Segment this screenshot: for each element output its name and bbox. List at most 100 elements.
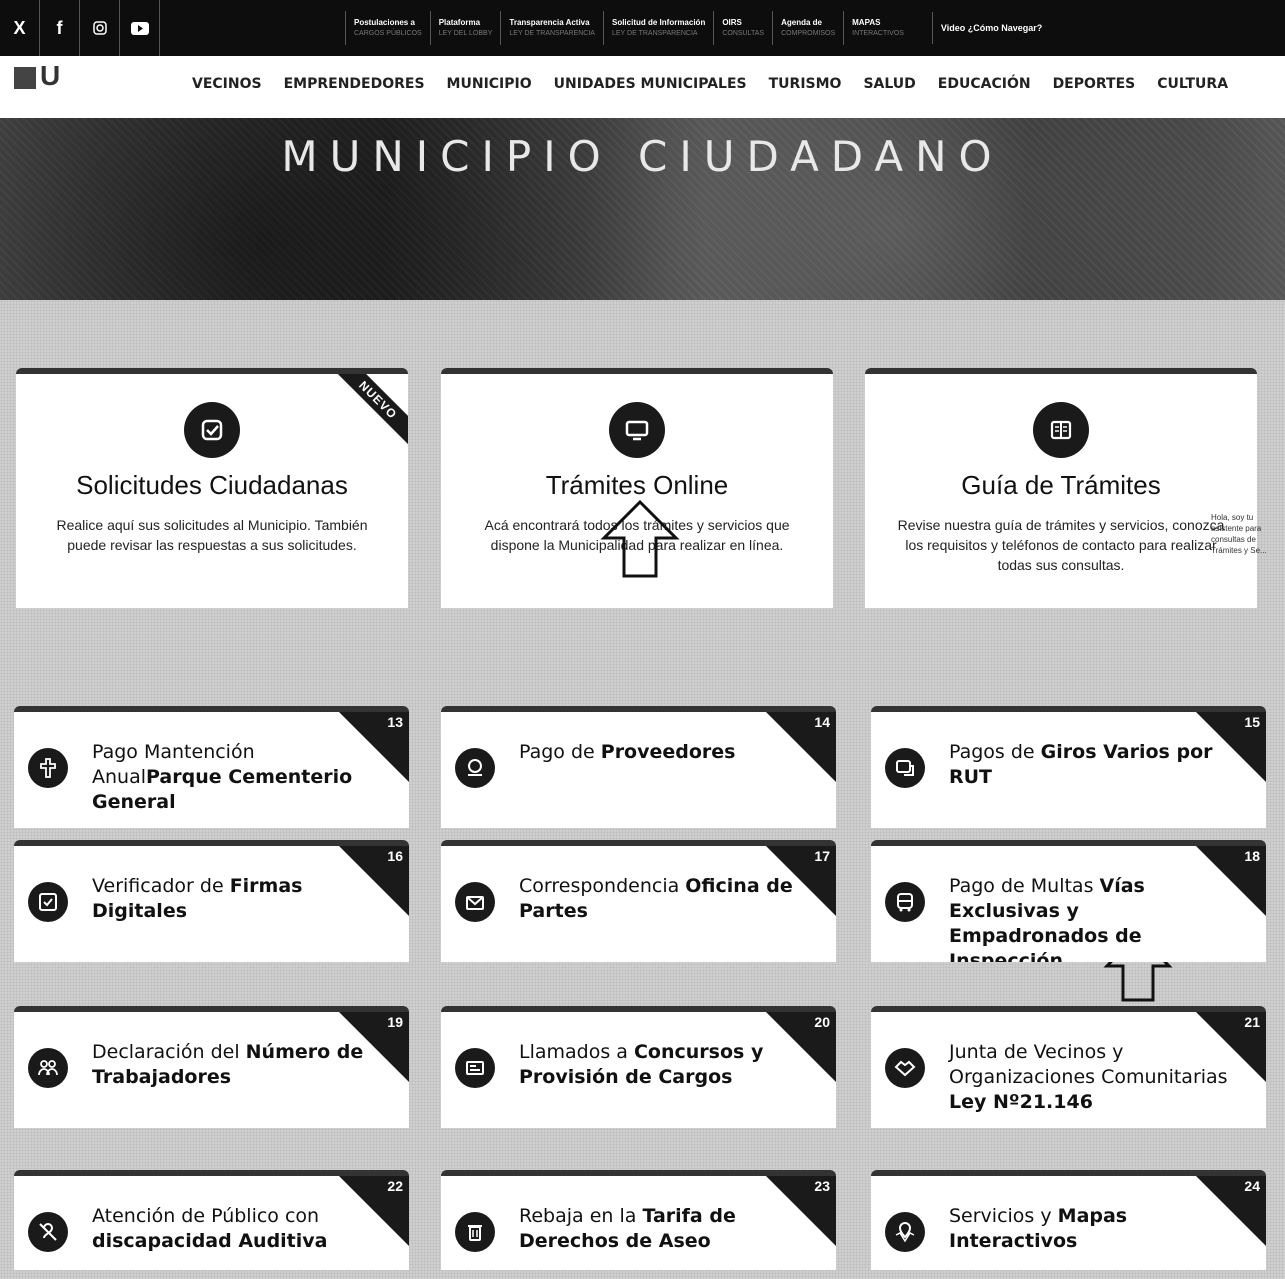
arrow-up-icon [600, 499, 680, 578]
menu-item-vecinos[interactable]: VECINOS [192, 76, 262, 92]
service-tile[interactable]: 23 Rebaja en la Tarifa de Derechos de Ase… [441, 1170, 836, 1270]
link-title: MAPAS [852, 18, 881, 27]
tile-label: Servicios y Mapas Interactivos [949, 1204, 1230, 1254]
link-solicitud-informacion[interactable]: Solicitud de Información LEY DE TRANSPARE… [602, 11, 713, 45]
tile-label-bold: Proveedores [600, 741, 736, 763]
card-text: Realice aquí sus solicitudes al Municipi… [56, 517, 368, 553]
service-tile[interactable]: 24 Servicios y Mapas Interactivos [871, 1170, 1266, 1270]
link-oirs[interactable]: OIRS CONSULTAS [713, 11, 772, 45]
service-tile[interactable]: 15 Pagos de Giros Varios por RUT [871, 706, 1266, 828]
link-title: Plataforma [438, 18, 481, 27]
tile-label: Junta de Vecinos y Organizaciones Comuni… [949, 1040, 1230, 1115]
menu-item-cultura[interactable]: CULTURA [1157, 76, 1228, 92]
link-title: Solicitud de Información [611, 18, 706, 27]
tile-label: Pago de Multas Vías Exclusivas y Empadro… [949, 874, 1230, 962]
board-icon [455, 1048, 495, 1088]
card-title: Solicitudes Ciudadanas [76, 470, 348, 500]
chat-assistant-hint[interactable]: Hola, soy tu asistente para consultas de… [1211, 512, 1285, 556]
signature-check-icon [28, 882, 68, 922]
menu-item-emprendedores[interactable]: EMPRENDEDORES [284, 76, 425, 92]
menu-item-unidades-municipales[interactable]: UNIDADES MUNICIPALES [554, 76, 747, 92]
card-title: Guía de Trámites [961, 470, 1161, 500]
service-tile[interactable]: 22 Atención de Público con discapacidad A… [14, 1170, 409, 1270]
video-navigation-button[interactable]: Video ¿Cómo Navegar? [931, 12, 1050, 44]
tile-label-plain: Pago de Multas [949, 875, 1100, 897]
tile-number: 19 [387, 1014, 403, 1030]
service-tile[interactable]: 18 Pago de Multas Vías Exclusivas y Empad… [871, 840, 1266, 962]
main-nav: U VECINOS EMPRENDEDORES MUNICIPIO UNIDAD… [0, 56, 1285, 118]
tile-number: 22 [387, 1178, 403, 1194]
bus-icon [885, 882, 925, 922]
link-subtitle: CONSULTAS [722, 30, 765, 37]
id-card-icon [885, 748, 925, 788]
tile-label-plain: Servicios y [949, 1205, 1058, 1227]
menu-item-salud[interactable]: SALUD [863, 76, 915, 92]
facebook-icon[interactable]: f [40, 0, 80, 56]
service-tile[interactable]: 13 Pago Mantención AnualParque Cementerio… [14, 706, 409, 828]
workers-icon [28, 1048, 68, 1088]
card-solicitudes-ciudadanas[interactable]: NUEVO Solicitudes Ciudadanas Realice aqu… [16, 368, 408, 608]
ear-off-icon [28, 1212, 68, 1252]
link-subtitle: COMPROMISOS [781, 30, 836, 37]
site-logo[interactable]: U [14, 60, 104, 110]
x-icon[interactable]: X [0, 0, 40, 56]
tile-number: 24 [1244, 1178, 1260, 1194]
youtube-icon[interactable] [120, 0, 160, 56]
handshake-icon [885, 1048, 925, 1088]
top-bar: X f Postulaciones a CARGOS PÚBLICOS Plata… [0, 0, 1285, 56]
tile-label-plain: Declaración del [92, 1041, 246, 1063]
service-tile[interactable]: 19 Declaración del Número de Trabajadores [14, 1006, 409, 1128]
tile-label: Declaración del Número de Trabajadores [92, 1040, 373, 1090]
top-links: Postulaciones a CARGOS PÚBLICOS Plataform… [345, 0, 912, 56]
menu-item-turismo[interactable]: TURISMO [769, 76, 842, 92]
link-agenda[interactable]: Agenda de COMPROMISOS [772, 11, 843, 45]
link-cargos-publicos[interactable]: Postulaciones a CARGOS PÚBLICOS [345, 11, 430, 45]
link-title: Postulaciones a [354, 18, 415, 27]
tile-number: 21 [1244, 1014, 1260, 1030]
service-tile[interactable]: 20 Llamados a Concursos y Provisión de Ca… [441, 1006, 836, 1128]
tile-label: Verificador de Firmas Digitales [92, 874, 373, 924]
hero-title: MUNICIPIO CIUDADANO [281, 132, 1004, 181]
link-subtitle: LEY DE TRANSPARENCIA [611, 30, 698, 37]
tile-label: Llamados a Concursos y Provisión de Carg… [519, 1040, 800, 1090]
tile-label-plain: Pago de [519, 741, 601, 763]
card-title: Trámites Online [545, 470, 729, 500]
tile-label: Atención de Público con discapacidad Aud… [92, 1204, 373, 1254]
edit-check-icon [184, 402, 240, 458]
card-guia-de-tramites[interactable]: Guía de Trámites Revise nuestra guía de … [865, 368, 1257, 608]
link-subtitle: CARGOS PÚBLICOS [354, 30, 422, 37]
menu-item-deportes[interactable]: DEPORTES [1053, 76, 1136, 92]
map-pin-icon [885, 1212, 925, 1252]
tile-label-plain: Llamados a [519, 1041, 634, 1063]
tile-number: 16 [387, 848, 403, 864]
new-ribbon: NUEVO [328, 374, 408, 450]
payment-icon [455, 748, 495, 788]
tile-label-plain: Junta de Vecinos y Organizaciones Comuni… [949, 1041, 1228, 1088]
tile-number: 23 [814, 1178, 830, 1194]
menu-item-educacion[interactable]: EDUCACIÓN [938, 76, 1031, 92]
service-tile[interactable]: 17 Correspondencia Oficina de Partes [441, 840, 836, 962]
tile-label-bold: discapacidad Auditiva [92, 1230, 328, 1252]
tile-label: Rebaja en la Tarifa de Derechos de Aseo [519, 1204, 800, 1254]
monitor-icon [609, 402, 665, 458]
tile-number: 17 [814, 848, 830, 864]
link-lobby[interactable]: Plataforma LEY DEL LOBBY [429, 11, 501, 45]
cross-icon [28, 748, 68, 788]
tile-number: 20 [814, 1014, 830, 1030]
logo-mark [14, 66, 36, 89]
menu-item-municipio[interactable]: MUNICIPIO [447, 76, 532, 92]
service-tile[interactable]: 14 Pago de Proveedores [441, 706, 836, 828]
tile-label-plain: Atención de Público con [92, 1205, 320, 1227]
link-subtitle: LEY DE TRANSPARENCIA [509, 30, 595, 37]
service-tile[interactable]: 16 Verificador de Firmas Digitales [14, 840, 409, 962]
link-mapas[interactable]: MAPAS INTERACTIVOS [843, 11, 912, 45]
link-transparencia[interactable]: Transparencia Activa LEY DE TRANSPARENCIA [500, 11, 603, 45]
trash-icon [455, 1212, 495, 1252]
tile-label: Pago de Proveedores [519, 740, 800, 765]
tile-label-bold: Ley Nº21.146 [949, 1091, 1093, 1113]
instagram-icon[interactable] [80, 0, 120, 56]
tile-label: Pago Mantención AnualParque Cementerio G… [92, 740, 373, 815]
service-tile[interactable]: 21 Junta de Vecinos y Organizaciones Comu… [871, 1006, 1266, 1128]
tile-label-plain: Verificador de [92, 875, 230, 897]
tile-label-plain: Correspondencia [519, 875, 686, 897]
